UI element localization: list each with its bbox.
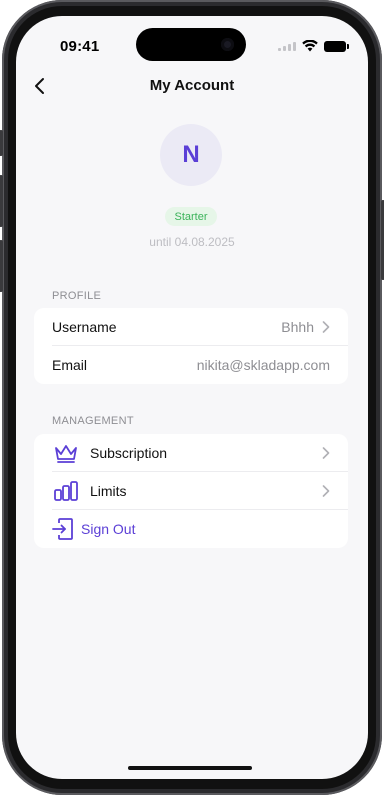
plan-badge: Starter xyxy=(165,207,217,226)
volume-down-button xyxy=(0,240,3,292)
signal-icon xyxy=(278,41,296,51)
plan-expiry: until 04.08.2025 xyxy=(149,235,235,249)
bar-chart-icon xyxy=(52,479,80,503)
sign-out-label: Sign Out xyxy=(81,521,136,537)
dynamic-island xyxy=(136,28,246,61)
volume-up-button xyxy=(0,175,3,227)
camera-icon xyxy=(221,38,234,51)
username-label: Username xyxy=(52,319,117,335)
avatar: N xyxy=(160,124,222,186)
profile-card: Username Bhhh Email nikita@skladapp.com xyxy=(34,308,348,384)
subscription-row[interactable]: Subscription xyxy=(34,434,348,472)
sign-out-icon xyxy=(52,517,74,541)
battery-icon xyxy=(324,40,349,52)
status-icons xyxy=(278,40,349,52)
management-card: Subscription Limits Sign Out xyxy=(34,434,348,548)
wifi-icon xyxy=(302,40,318,52)
sign-out-button[interactable]: Sign Out xyxy=(34,510,348,548)
nav-bar: My Account xyxy=(16,74,368,98)
page-title: My Account xyxy=(149,77,235,94)
profile-section-label: PROFILE xyxy=(52,290,102,302)
username-row[interactable]: Username Bhhh xyxy=(34,308,348,346)
username-value: Bhhh xyxy=(281,319,314,335)
screen: 09:41 My Account N Starter until 04.08.2… xyxy=(16,16,368,779)
management-section-label: MANAGEMENT xyxy=(52,415,134,427)
action-button xyxy=(0,130,3,156)
email-label: Email xyxy=(52,357,88,373)
status-time: 09:41 xyxy=(60,38,100,55)
limits-label: Limits xyxy=(90,483,127,499)
limits-row[interactable]: Limits xyxy=(34,472,348,510)
email-value: nikita@skladapp.com xyxy=(196,357,330,373)
crown-icon xyxy=(52,441,80,465)
chevron-right-icon xyxy=(322,447,330,459)
subscription-label: Subscription xyxy=(90,445,168,461)
email-row[interactable]: Email nikita@skladapp.com xyxy=(34,346,348,384)
chevron-right-icon xyxy=(322,485,330,497)
home-indicator[interactable] xyxy=(128,766,252,770)
chevron-right-icon xyxy=(322,321,330,333)
